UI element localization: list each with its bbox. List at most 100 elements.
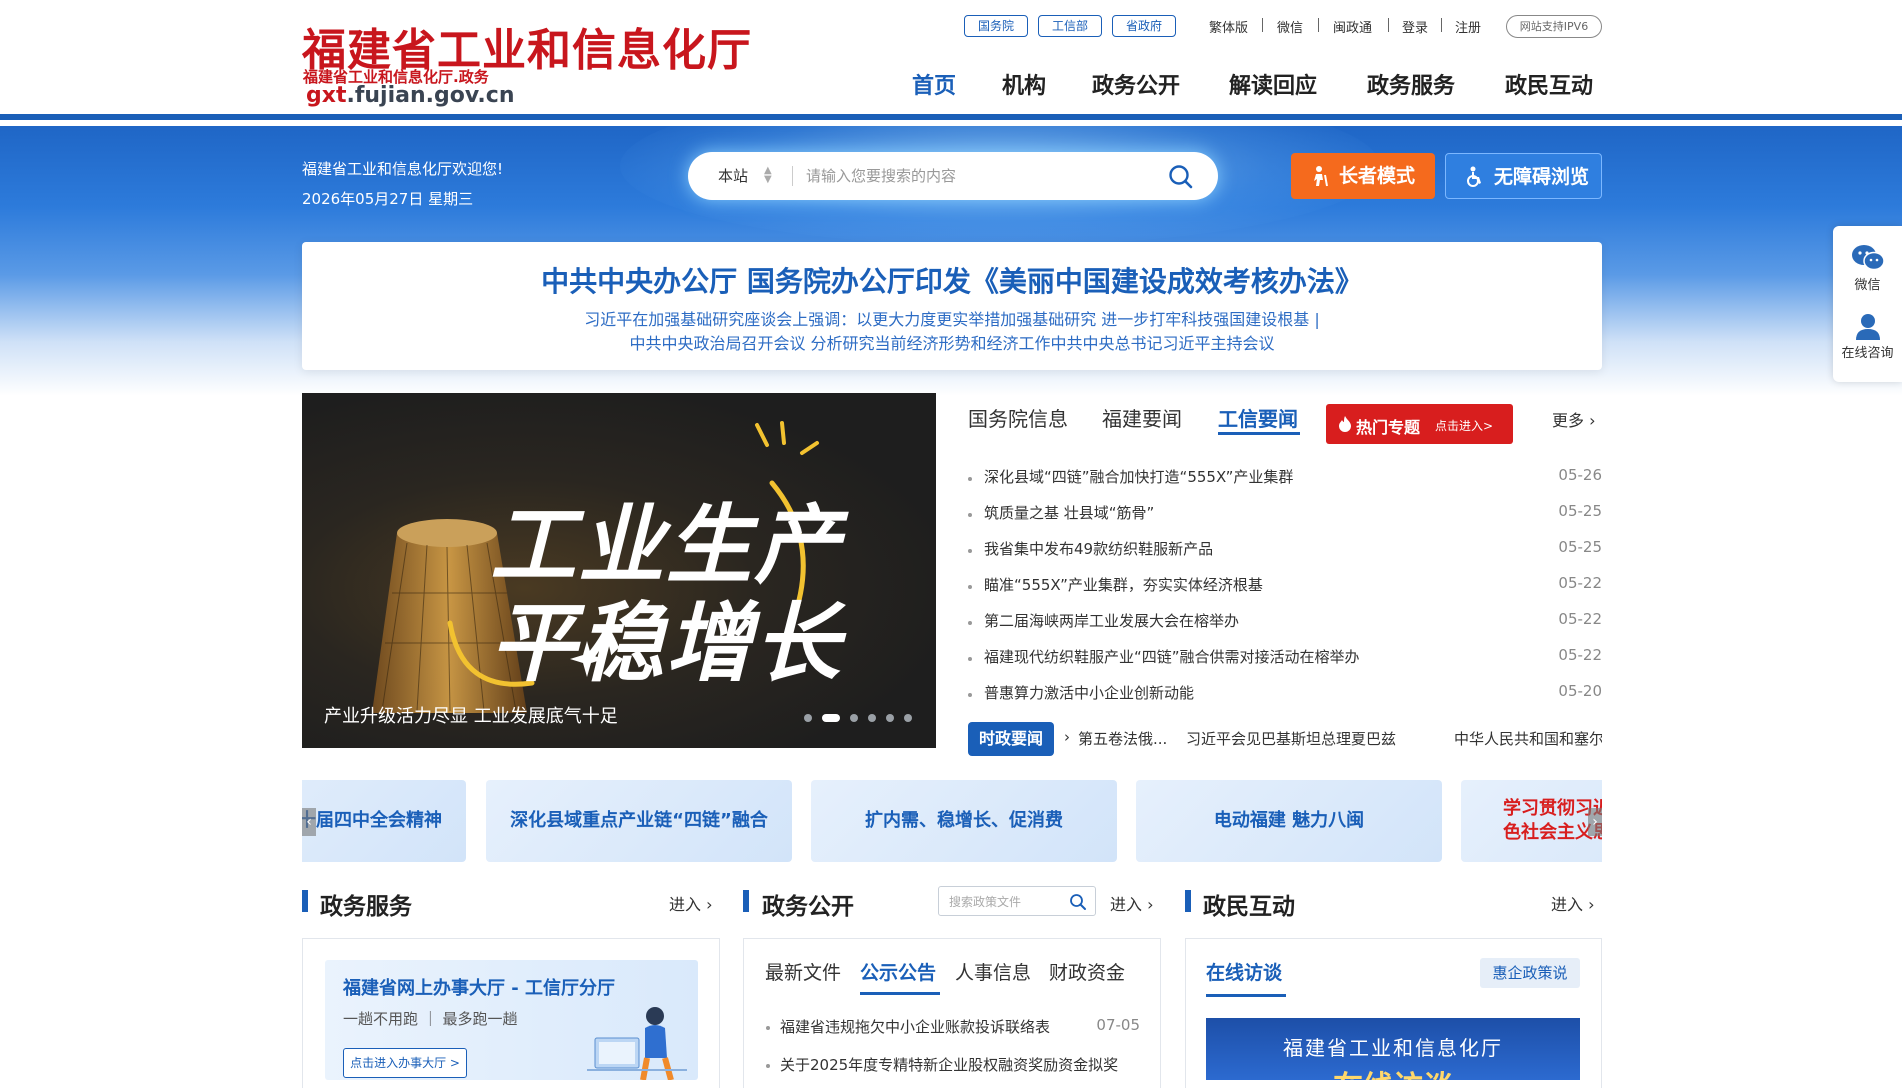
news-item-title: 福建现代纺织鞋服产业“四链”融合供需对接活动在榕举办: [984, 648, 1360, 666]
ticker-item[interactable]: 习近平会见巴基斯坦总理夏巴兹: [1186, 728, 1396, 749]
link-login[interactable]: 登录: [1402, 17, 1428, 36]
headline-sub-link[interactable]: 中共中央政治局召开会议 分析研究当前经济形势和经济工作中共中央总书记习近平主持会…: [302, 330, 1602, 354]
news-list-item[interactable]: 福建现代纺织鞋服产业“四链”融合供需对接活动在榕举办 05-22: [968, 646, 1602, 670]
policy-search-input[interactable]: [947, 891, 1065, 913]
news-carousel[interactable]: 工业生产 平稳增长 产业升级活力尽显 工业发展底气十足: [302, 393, 936, 748]
tab-personnel-info[interactable]: 人事信息: [955, 958, 1031, 985]
service-card-title: 福建省网上办事大厅 - 工信厅分厅: [343, 978, 616, 999]
chevron-right-icon: ›: [1589, 411, 1596, 430]
link-traditional-chinese[interactable]: 繁体版: [1209, 17, 1248, 36]
hot-topic-label: 热门专题: [1356, 418, 1421, 437]
news-list-item[interactable]: 深化县域“四链”融合加快打造“555X”产业集群 05-26: [968, 466, 1602, 490]
side-online-consult[interactable]: 在线咨询: [1833, 312, 1902, 361]
active-tab-indicator: [1218, 432, 1300, 435]
news-list-item[interactable]: 我省集中发布49款纺织鞋服新产品 05-25: [968, 538, 1602, 562]
nav-gov-affairs-public[interactable]: 政务公开: [1092, 68, 1180, 100]
tab-online-interview[interactable]: 在线访谈: [1206, 958, 1282, 985]
headline-title[interactable]: 中共中央办公厅 国务院办公厅印发《美丽中国建设成效考核办法》: [302, 260, 1602, 300]
link-gongxinbu[interactable]: 工信部: [1038, 15, 1102, 37]
tab-fiscal-funds[interactable]: 财政资金: [1049, 958, 1125, 985]
ticker-item[interactable]: 中华人民共和国和塞尔: [1454, 728, 1602, 749]
hot-topic-enter: 点击进入>: [1435, 419, 1494, 433]
nav-home[interactable]: 首页: [912, 68, 956, 100]
topic-card[interactable]: 电动福建 魅力八闽: [1136, 780, 1442, 862]
carousel-dot[interactable]: [886, 714, 894, 722]
list-item[interactable]: 福建省违规拖欠中小企业账款投诉联络表 07-05: [766, 1016, 1140, 1038]
hot-topic-button[interactable]: 热门专题 点击进入>: [1326, 404, 1513, 444]
link-shengzhengfu[interactable]: 省政府: [1112, 15, 1176, 37]
tab-latest-documents[interactable]: 最新文件: [765, 958, 841, 985]
wechat-icon: [1851, 245, 1885, 271]
side-wechat[interactable]: 微信: [1833, 244, 1902, 293]
carousel-dot[interactable]: [904, 714, 912, 722]
news-item-date: 05-22: [1558, 610, 1602, 628]
tab-industry-news[interactable]: 工信要闻: [1218, 403, 1298, 432]
accessible-browsing-button[interactable]: 无障碍浏览: [1445, 153, 1602, 199]
flame-icon: [1339, 416, 1351, 432]
topic-card-label: 学习贯彻习近平新时代中国特色社会主义思想: [1503, 798, 1602, 843]
topic-card[interactable]: 学习贯彻习近平新时代中国特色社会主义思想: [1461, 780, 1602, 862]
news-list-item[interactable]: 瞄准“555X”产业集群，夯实实体经济根基 05-22: [968, 574, 1602, 598]
tab-announcements[interactable]: 公示公告: [860, 958, 936, 985]
news-item-date: 05-20: [1558, 682, 1602, 700]
news-list-item[interactable]: 第二届海峡两岸工业发展大会在榕举办 05-22: [968, 610, 1602, 634]
topic-card[interactable]: 二十届四中全会精神: [302, 780, 466, 862]
carousel-dot[interactable]: [804, 714, 812, 722]
list-item-title: 关于2025年度专精特新企业股权融资奖励资金拟奖: [780, 1056, 1119, 1074]
chevron-updown-icon[interactable]: ▲ ▼: [764, 166, 772, 185]
service-enter-link[interactable]: 进入 ›: [669, 891, 713, 915]
news-list-item[interactable]: 筑质量之基 壮县域“筋骨” 05-25: [968, 502, 1602, 526]
list-item[interactable]: 关于2025年度专精特新企业股权融资奖励资金拟奖: [766, 1054, 1140, 1076]
ticker-item[interactable]: 第五卷法俄...: [1078, 728, 1167, 749]
nav-interpretation[interactable]: 解读回应: [1229, 68, 1317, 100]
link-guowuyuan[interactable]: 国务院: [964, 15, 1028, 37]
search-icon[interactable]: [1069, 893, 1087, 911]
enter-label: 进入: [1551, 895, 1584, 914]
politics-news-tag[interactable]: 时政要闻: [968, 722, 1054, 756]
interact-enter-link[interactable]: 进入 ›: [1551, 891, 1595, 915]
strip-prev-arrow[interactable]: ‹: [302, 808, 316, 836]
public-enter-link[interactable]: 进入 ›: [1110, 891, 1154, 915]
carousel-dot[interactable]: [822, 714, 840, 722]
enter-service-hall-button[interactable]: 点击进入办事大厅 >: [343, 1048, 467, 1078]
elder-mode-label: 长者模式: [1339, 165, 1416, 187]
tab-state-council-info[interactable]: 国务院信息: [968, 403, 1068, 432]
section-title-public: 政务公开: [762, 894, 854, 920]
tab-fujian-news[interactable]: 福建要闻: [1102, 403, 1182, 432]
current-date: 2026年05月27日 星期三: [302, 190, 474, 208]
carousel-dot[interactable]: [850, 714, 858, 722]
link-minzhengtong[interactable]: 闽政通: [1333, 17, 1372, 36]
carousel-dot[interactable]: [868, 714, 876, 722]
news-item-title: 筑质量之基 壮县域“筋骨”: [984, 504, 1155, 522]
site-domain: gxt.fujian.gov.cn: [306, 83, 514, 108]
search-icon[interactable]: [1168, 164, 1194, 190]
divider: [1262, 18, 1263, 32]
link-register[interactable]: 注册: [1455, 17, 1481, 36]
policy-talk-tag[interactable]: 惠企政策说: [1480, 958, 1580, 988]
nav-public-interaction[interactable]: 政民互动: [1505, 68, 1593, 100]
site-header: 福建省工业和信息化厅 福建省工业和信息化厅.政务 gxt.fujian.gov.…: [0, 0, 1902, 120]
search-scope-select[interactable]: 本站: [718, 165, 748, 186]
topic-strip: 二十届四中全会精神 深化县域重点产业链“四链”融合 扩内需、稳增长、促消费 电动…: [302, 780, 1602, 862]
nav-gov-services[interactable]: 政务服务: [1367, 68, 1455, 100]
strip-next-arrow[interactable]: ›: [1588, 808, 1602, 836]
carousel-caption[interactable]: 产业升级活力尽显 工业发展底气十足: [324, 702, 618, 728]
more-news-link[interactable]: 更多 ›: [1552, 407, 1596, 431]
headline-sub-link[interactable]: 习近平在加强基础研究座谈会上强调：以更大力度更实举措加强基础研究 进一步打牢科技…: [302, 306, 1602, 330]
topic-card[interactable]: 深化县域重点产业链“四链”融合: [486, 780, 792, 862]
news-item-title: 我省集中发布49款纺织鞋服新产品: [984, 540, 1214, 558]
link-wechat[interactable]: 微信: [1277, 17, 1303, 36]
section-title-service: 政务服务: [320, 894, 412, 920]
topic-card[interactable]: 扩内需、稳增长、促消费: [811, 780, 1117, 862]
topic-card-label: 电动福建 魅力八闽: [1213, 810, 1365, 831]
section-marker: [1185, 890, 1191, 912]
nav-organization[interactable]: 机构: [1002, 68, 1046, 100]
search-input[interactable]: [804, 160, 1154, 192]
news-list-item[interactable]: 普惠算力激活中小企业创新动能 05-20: [968, 682, 1602, 706]
elder-mode-button[interactable]: 长者模式: [1291, 153, 1435, 199]
carousel-slide-heading: 平稳增长: [490, 594, 842, 694]
divider: [792, 166, 793, 186]
elder-person-icon: [1314, 166, 1328, 187]
online-interview-banner[interactable]: 福建省工业和信息化厅 在线访谈: [1206, 1018, 1580, 1080]
online-service-hall-card[interactable]: 福建省网上办事大厅 - 工信厅分厅 一趟不用跑 ｜ 最多跑一趟 点击进入办事大厅…: [325, 960, 698, 1080]
